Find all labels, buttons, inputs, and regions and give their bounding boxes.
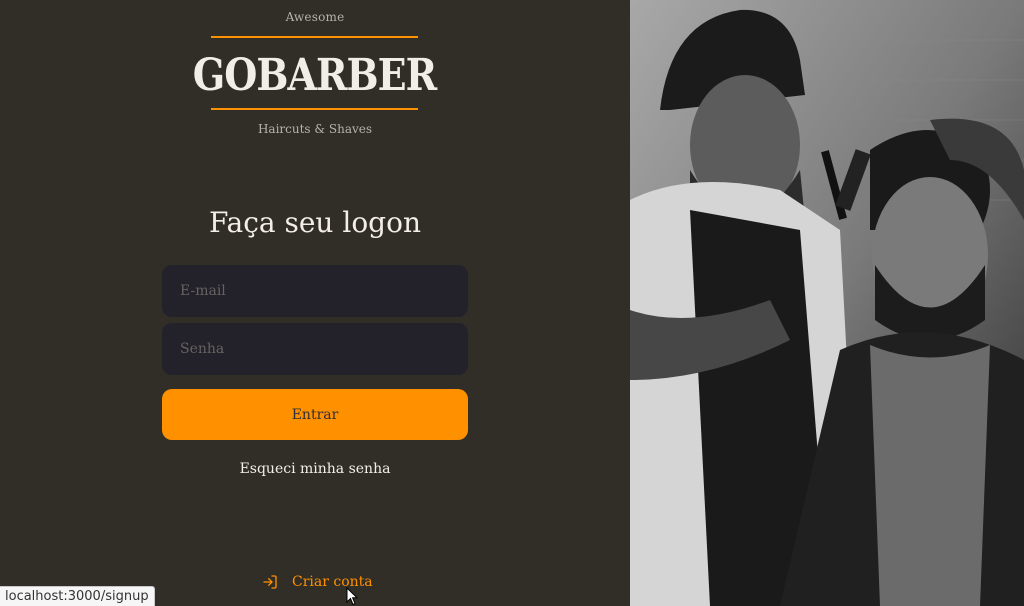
page-title: Faça seu logon: [209, 206, 421, 239]
email-field-container: [162, 265, 468, 317]
log-in-icon: [262, 574, 278, 590]
password-input[interactable]: [178, 340, 452, 358]
forgot-password-link[interactable]: Esqueci minha senha: [0, 461, 630, 477]
email-input[interactable]: [178, 282, 452, 300]
logo-divider-bottom: [211, 108, 418, 110]
barber-photo-illustration: [630, 0, 1024, 606]
barber-photo: [630, 0, 1024, 606]
login-panel: Awesome GOBARBER Haircuts & Shaves Faça …: [0, 0, 630, 606]
logo-wordmark: GOBARBER: [192, 48, 437, 100]
logo-tagline-bottom: Haircuts & Shaves: [257, 122, 373, 136]
password-field-container: [162, 323, 468, 375]
mouse-cursor-icon: [346, 586, 359, 606]
login-button[interactable]: Entrar: [162, 389, 468, 440]
page: Awesome GOBARBER Haircuts & Shaves Faça …: [0, 0, 1024, 606]
logo: GOBARBER: [193, 48, 437, 100]
status-bar-url: localhost:3000/signup: [0, 586, 155, 606]
signup-label: Criar conta: [292, 574, 373, 590]
logo-tagline-top: Awesome: [285, 10, 345, 24]
logo-divider-top: [211, 36, 418, 38]
